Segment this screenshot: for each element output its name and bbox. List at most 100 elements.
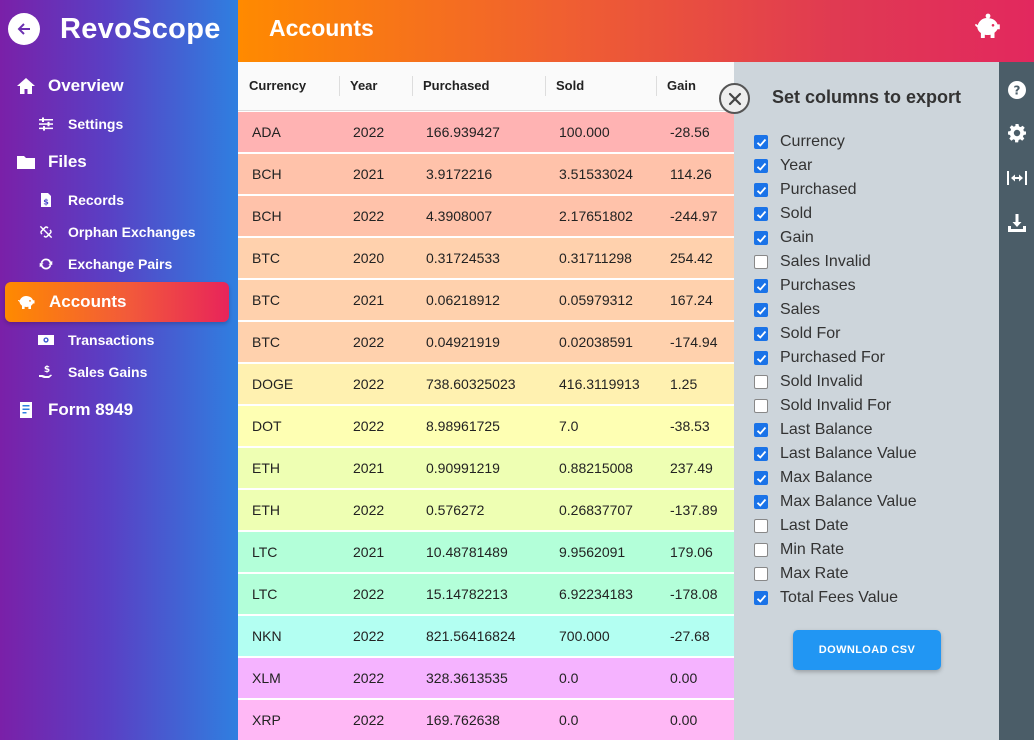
cell-currency: BCH	[252, 166, 282, 182]
cell-year: 2020	[353, 250, 385, 266]
table-row[interactable]: DOGE 2022 738.60325023 416.3119913 1.25	[238, 364, 734, 404]
table-row[interactable]: ETH 2021 0.90991219 0.88215008 237.49	[238, 448, 734, 488]
sidebar-item-settings[interactable]: Settings	[0, 110, 123, 138]
sidebar-item-files[interactable]: Files	[0, 143, 87, 181]
cell-purchased: 0.06218912	[426, 292, 500, 308]
piggy-bank-icon[interactable]	[974, 13, 1004, 41]
table-row[interactable]: BTC 2022 0.04921919 0.02038591 -174.94	[238, 322, 734, 362]
export-option-purchased[interactable]: Purchased	[754, 178, 857, 202]
export-option-purchases[interactable]: Purchases	[754, 274, 856, 298]
cell-gain: 114.26	[670, 166, 712, 182]
table-row[interactable]: NKN 2022 821.56416824 700.000 -27.68	[238, 616, 734, 656]
export-option-sold[interactable]: Sold	[754, 202, 812, 226]
export-option-year[interactable]: Year	[754, 154, 812, 178]
cell-year: 2022	[353, 208, 385, 224]
column-header-sold[interactable]: Sold	[545, 76, 656, 96]
checkbox[interactable]	[754, 495, 768, 509]
download-icon	[1008, 214, 1026, 232]
table-row[interactable]: XRP 2022 169.762638 0.0 0.00	[238, 700, 734, 740]
checkbox[interactable]	[754, 135, 768, 149]
export-option-last-balance-value[interactable]: Last Balance Value	[754, 442, 917, 466]
sidebar-item-label: Settings	[68, 116, 124, 132]
download-csv-button[interactable]: DOWNLOAD CSV	[793, 630, 941, 670]
checkbox[interactable]	[754, 303, 768, 317]
column-header-purchased[interactable]: Purchased	[412, 76, 545, 96]
export-option-last-date[interactable]: Last Date	[754, 514, 848, 538]
checkbox[interactable]	[754, 351, 768, 365]
checkbox[interactable]	[754, 375, 768, 389]
export-option-sales-invalid[interactable]: Sales Invalid	[754, 250, 871, 274]
export-option-sold-for[interactable]: Sold For	[754, 322, 840, 346]
fit-width-button[interactable]	[1006, 167, 1028, 189]
cell-sold: 3.51533024	[559, 166, 633, 182]
table-row[interactable]: BCH 2021 3.9172216 3.51533024 114.26	[238, 154, 734, 194]
cell-year: 2022	[353, 376, 385, 392]
sidebar-item-form-8949[interactable]: Form 8949	[0, 391, 133, 429]
checkbox[interactable]	[754, 543, 768, 557]
sidebar-item-exchange-pairs[interactable]: Exchange Pairs	[0, 250, 172, 278]
table-row[interactable]: LTC 2022 15.14782213 6.92234183 -178.08	[238, 574, 734, 614]
table-row[interactable]: LTC 2021 10.48781489 9.9562091 179.06	[238, 532, 734, 572]
table-row[interactable]: BTC 2020 0.31724533 0.31711298 254.42	[238, 238, 734, 278]
column-header-year[interactable]: Year	[339, 76, 412, 96]
export-panel: Set columns to export Currency Year Purcha…	[734, 62, 999, 740]
checkbox[interactable]	[754, 471, 768, 485]
export-option-max-balance-value[interactable]: Max Balance Value	[754, 490, 917, 514]
back-button[interactable]	[8, 13, 40, 45]
export-option-currency[interactable]: Currency	[754, 130, 845, 154]
export-option-label: Last Balance Value	[780, 445, 917, 462]
cell-currency: ETH	[252, 502, 280, 518]
download-button[interactable]	[1006, 212, 1028, 234]
table-row[interactable]: BTC 2021 0.06218912 0.05979312 167.24	[238, 280, 734, 320]
cell-currency: DOGE	[252, 376, 294, 392]
settings-button[interactable]	[1006, 122, 1028, 144]
export-option-purchased-for[interactable]: Purchased For	[754, 346, 885, 370]
checkbox[interactable]	[754, 279, 768, 293]
checkbox[interactable]	[754, 255, 768, 269]
checkbox[interactable]	[754, 207, 768, 221]
export-option-sold-invalid[interactable]: Sold Invalid	[754, 370, 863, 394]
sidebar-item-sales-gains[interactable]: $ Sales Gains	[0, 358, 147, 386]
sidebar-item-transactions[interactable]: Transactions	[0, 326, 154, 354]
checkbox[interactable]	[754, 591, 768, 605]
checkbox[interactable]	[754, 423, 768, 437]
table-row[interactable]: ETH 2022 0.576272 0.26837707 -137.89	[238, 490, 734, 530]
sidebar-item-label: Form 8949	[48, 400, 134, 419]
export-option-sales[interactable]: Sales	[754, 298, 820, 322]
column-header-currency[interactable]: Currency	[238, 76, 339, 96]
cell-purchased: 8.98961725	[426, 418, 500, 434]
checkbox[interactable]	[754, 231, 768, 245]
export-option-gain[interactable]: Gain	[754, 226, 814, 250]
checkbox[interactable]	[754, 399, 768, 413]
checkbox[interactable]	[754, 567, 768, 581]
export-option-max-balance[interactable]: Max Balance	[754, 466, 873, 490]
svg-text:$: $	[44, 365, 50, 375]
table-row[interactable]: XLM 2022 328.3613535 0.0 0.00	[238, 658, 734, 698]
sync-icon	[38, 256, 54, 272]
checkbox[interactable]	[754, 183, 768, 197]
export-option-sold-invalid-for[interactable]: Sold Invalid For	[754, 394, 891, 418]
table-row[interactable]: BCH 2022 4.3908007 2.17651802 -244.97	[238, 196, 734, 236]
checkbox[interactable]	[754, 159, 768, 173]
unlink-icon	[38, 224, 54, 240]
export-option-total-fees-value[interactable]: Total Fees Value	[754, 586, 898, 610]
cell-purchased: 166.939427	[426, 124, 500, 140]
sidebar-item-orphan-exchanges[interactable]: Orphan Exchanges	[0, 218, 196, 246]
cell-currency: BCH	[252, 208, 282, 224]
export-option-max-rate[interactable]: Max Rate	[754, 562, 848, 586]
close-panel-button[interactable]	[719, 83, 750, 114]
checkbox[interactable]	[754, 519, 768, 533]
checkbox[interactable]	[754, 327, 768, 341]
export-option-last-balance[interactable]: Last Balance	[754, 418, 873, 442]
cell-purchased: 0.04921919	[426, 334, 500, 350]
help-button[interactable]: ?	[1006, 79, 1028, 101]
export-option-min-rate[interactable]: Min Rate	[754, 538, 844, 562]
checkbox[interactable]	[754, 447, 768, 461]
sidebar-item-records[interactable]: $ Records	[0, 186, 124, 214]
right-toolbar: ?	[999, 62, 1034, 740]
cell-gain: -174.94	[670, 334, 718, 350]
sidebar-item-overview[interactable]: Overview	[0, 67, 124, 105]
sidebar-item-accounts[interactable]: Accounts	[5, 282, 229, 322]
table-row[interactable]: DOT 2022 8.98961725 7.0 -38.53	[238, 406, 734, 446]
table-row[interactable]: ADA 2022 166.939427 100.000 -28.56	[238, 112, 734, 152]
